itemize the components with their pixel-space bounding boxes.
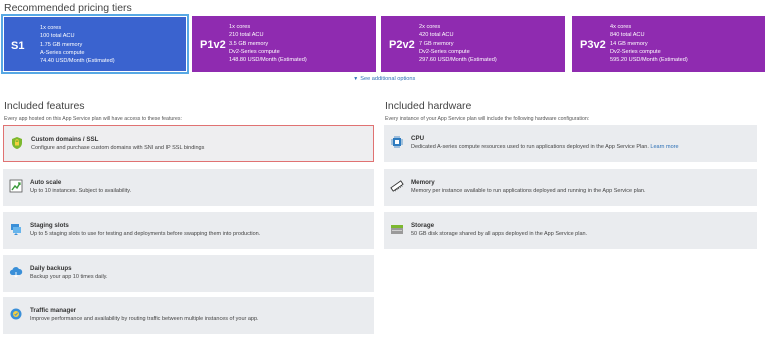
feature-staging-slots[interactable]: Staging slots Up to 5 staging slots to u… — [3, 212, 374, 249]
staging-slots-icon — [9, 222, 23, 236]
tier-card-s1[interactable]: S1 1x cores 100 total ACU 1.75 GB memory… — [1, 14, 189, 74]
feature-title: Custom domains / SSL — [31, 136, 99, 143]
hardware-memory: Memory Memory per instance available to … — [384, 169, 757, 206]
tier-acu: 420 total ACU — [419, 32, 454, 39]
feature-custom-domains[interactable]: Custom domains / SSL Configure and purch… — [3, 125, 374, 162]
feature-description: Backup your app 10 times daily. — [30, 274, 108, 280]
tier-memory: 3.5 GB memory — [229, 40, 269, 47]
feature-auto-scale[interactable]: Auto scale Up to 10 instances. Subject t… — [3, 169, 374, 206]
tier-memory: 7 GB memory — [419, 40, 454, 47]
tier-price: 595.20 USD/Month (Estimated) — [610, 57, 688, 64]
tier-details: 2x cores 420 total ACU 7 GB memory Dv2-S… — [419, 23, 497, 64]
tier-details: 4x cores 840 total ACU 14 GB memory Dv2-… — [610, 23, 688, 64]
hardware-title: CPU — [411, 135, 425, 142]
tier-details: 1x cores 210 total ACU 3.5 GB memory Dv2… — [229, 23, 307, 64]
tier-compute: Dv2-Series compute — [610, 48, 661, 55]
tier-price: 74.40 USD/Month (Estimated) — [40, 58, 115, 65]
included-hardware-heading: Included hardware — [385, 100, 472, 112]
cpu-icon — [390, 135, 404, 149]
feature-description: Improve performance and availability by … — [30, 316, 259, 322]
tier-cores: 1x cores — [40, 25, 62, 31]
tier-details: 1x cores 100 total ACU 1.75 GB memory A-… — [40, 24, 115, 65]
daily-backups-icon — [9, 265, 23, 279]
tier-card-p3v2[interactable]: P3v2 4x cores 840 total ACU 14 GB memory… — [572, 16, 765, 72]
feature-traffic-manager[interactable]: Traffic manager Improve performance and … — [3, 297, 374, 334]
tier-memory: 14 GB memory — [610, 40, 648, 47]
tier-cores: 4x cores — [610, 24, 632, 30]
included-features-subtitle: Every app hosted on this App Service pla… — [4, 116, 182, 122]
hardware-description-text: Dedicated A-series compute resources use… — [411, 144, 649, 150]
memory-icon — [390, 179, 404, 193]
chevron-down-icon: ▼ — [353, 76, 359, 82]
pricing-tiers-heading: Recommended pricing tiers — [4, 2, 132, 14]
feature-description: Up to 10 instances. Subject to availabil… — [30, 188, 132, 194]
see-additional-options-link[interactable]: ▼ See additional options — [0, 76, 768, 82]
tier-price: 297.60 USD/Month (Estimated) — [419, 57, 497, 64]
learn-more-link[interactable]: Learn more — [650, 144, 678, 150]
tier-card-p1v2[interactable]: P1v2 1x cores 210 total ACU 3.5 GB memor… — [192, 16, 376, 72]
tier-cores: 1x cores — [229, 24, 251, 30]
hardware-title: Storage — [411, 222, 435, 229]
hardware-description: 50 GB disk storage shared by all apps de… — [411, 231, 588, 237]
tier-acu: 100 total ACU — [40, 33, 75, 40]
ssl-shield-icon — [10, 136, 24, 150]
tier-price: 148.80 USD/Month (Estimated) — [229, 57, 307, 64]
tier-name: S1 — [11, 40, 25, 52]
tier-memory: 1.75 GB memory — [40, 41, 83, 48]
feature-description: Up to 5 staging slots to use for testing… — [30, 231, 261, 237]
included-hardware-subtitle: Every instance of your App Service plan … — [385, 116, 590, 122]
tier-name: P3v2 — [580, 39, 606, 51]
tier-acu: 840 total ACU — [610, 32, 645, 39]
tier-name: P1v2 — [200, 39, 226, 51]
tier-acu: 210 total ACU — [229, 32, 264, 39]
pricing-tier-list: S1 1x cores 100 total ACU 1.75 GB memory… — [1, 14, 765, 74]
tier-compute: Dv2-Series compute — [419, 48, 470, 55]
hardware-title: Memory — [411, 179, 435, 186]
traffic-manager-icon — [9, 307, 23, 321]
tier-compute: Dv2-Series compute — [229, 48, 280, 55]
hardware-description: Memory per instance available to run app… — [411, 188, 646, 194]
feature-description: Configure and purchase custom domains wi… — [31, 145, 205, 151]
tier-name: P2v2 — [389, 39, 415, 51]
see-additional-options-label: See additional options — [360, 76, 416, 82]
hardware-cpu: CPU Dedicated A-series compute resources… — [384, 125, 757, 162]
feature-title: Auto scale — [30, 179, 62, 186]
tier-card-p2v2[interactable]: P2v2 2x cores 420 total ACU 7 GB memory … — [381, 16, 565, 72]
feature-title: Traffic manager — [30, 307, 77, 314]
tier-compute: A-Series compute — [40, 49, 85, 56]
storage-icon — [390, 222, 404, 236]
hardware-description: Dedicated A-series compute resources use… — [411, 144, 679, 150]
included-features-heading: Included features — [4, 100, 85, 112]
feature-title: Staging slots — [30, 222, 69, 229]
hardware-storage: Storage 50 GB disk storage shared by all… — [384, 212, 757, 249]
feature-daily-backups[interactable]: Daily backups Backup your app 10 times d… — [3, 255, 374, 292]
auto-scale-icon — [9, 179, 23, 193]
feature-title: Daily backups — [30, 265, 72, 272]
tier-cores: 2x cores — [419, 24, 441, 30]
